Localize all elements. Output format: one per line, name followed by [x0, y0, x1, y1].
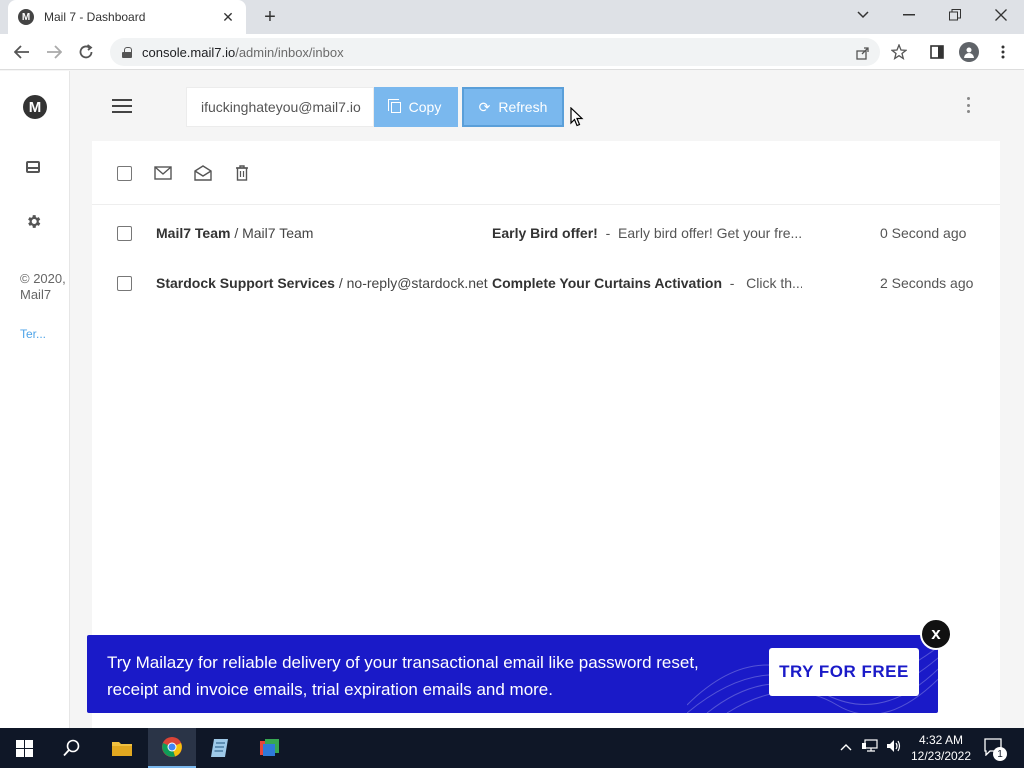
mail7-logo[interactable]: M	[23, 95, 47, 119]
browser-toolbar: console.mail7.io/admin/inbox/inbox	[0, 34, 1024, 70]
browser-menu-icon[interactable]	[992, 41, 1014, 63]
menu-hamburger-icon[interactable]	[112, 99, 132, 113]
copyright-text: © 2020, Mail7	[20, 271, 66, 302]
email-time: 2 Seconds ago	[880, 275, 974, 291]
mark-read-envelope-open-icon[interactable]	[194, 165, 212, 181]
chrome-icon[interactable]	[148, 728, 196, 768]
network-icon[interactable]	[862, 739, 878, 756]
forward-arrow-icon[interactable]	[42, 40, 66, 64]
profile-icon[interactable]	[958, 41, 980, 63]
refresh-icon: ⟳	[478, 98, 491, 115]
email-subject: Complete Your Curtains Activation - Clic…	[492, 275, 802, 291]
promo-text: Try Mailazy for reliable delivery of you…	[107, 653, 699, 699]
select-all-checkbox[interactable]	[117, 166, 132, 181]
inbox-icon	[26, 161, 40, 173]
minimize-button[interactable]	[886, 0, 932, 30]
email-sender: Mail7 Team / Mail7 Team	[156, 225, 314, 241]
mail7-favicon-icon: M	[18, 9, 34, 25]
side-panel-icon[interactable]	[926, 41, 948, 63]
clock-date: 12/23/2022	[910, 749, 972, 763]
browser-tabstrip: M Mail 7 - Dashboard ✕ +	[0, 0, 1024, 34]
sidebar-item-settings[interactable]	[23, 211, 43, 231]
windows-start-icon[interactable]	[0, 728, 48, 768]
terms-link[interactable]: Ter...	[20, 327, 46, 341]
windows-taskbar: 4:32 AM 12/23/2022 1	[0, 728, 1024, 768]
sidebar-item-inbox[interactable]	[23, 157, 43, 177]
banner-close-button[interactable]: x	[920, 618, 952, 650]
file-explorer-icon[interactable]	[98, 728, 146, 768]
gear-icon	[27, 214, 40, 228]
email-subject: Early Bird offer! - Early bird offer! Ge…	[492, 225, 802, 241]
url-text: console.mail7.io/admin/inbox/inbox	[142, 44, 344, 60]
notepad-app-icon[interactable]	[196, 728, 244, 768]
clock-time: 4:32 AM	[918, 733, 964, 747]
email-address-input[interactable]	[201, 99, 361, 115]
stardock-app-icon[interactable]	[246, 728, 294, 768]
refresh-label: Refresh	[498, 99, 548, 115]
copy-icon	[387, 98, 401, 113]
close-window-button[interactable]	[978, 0, 1024, 30]
email-sender: Stardock Support Services / no-reply@sta…	[156, 275, 488, 291]
email-row-checkbox[interactable]	[117, 226, 132, 241]
refresh-button[interactable]: ⟳ Refresh	[462, 87, 564, 127]
sidebar: M © 2020, Mail7 Ter...	[0, 71, 70, 728]
email-row-checkbox[interactable]	[117, 276, 132, 291]
mouse-cursor-icon	[570, 107, 584, 127]
volume-icon[interactable]	[886, 739, 902, 756]
browser-tab[interactable]: M Mail 7 - Dashboard ✕	[8, 0, 246, 34]
copy-button[interactable]: Copy	[374, 87, 458, 127]
search-icon[interactable]	[48, 728, 96, 768]
more-options-icon[interactable]	[964, 97, 972, 113]
back-arrow-icon[interactable]	[10, 40, 34, 64]
tab-search-icon[interactable]	[840, 0, 886, 30]
trash-icon[interactable]	[233, 165, 251, 181]
promo-banner: Try Mailazy for reliable delivery of you…	[87, 635, 938, 713]
copy-label: Copy	[408, 99, 442, 115]
email-row[interactable]: Mail7 Team / Mail7 Team Early Bird offer…	[92, 207, 1000, 257]
mark-unread-envelope-icon[interactable]	[154, 165, 172, 181]
email-address-field[interactable]	[186, 87, 374, 127]
mail7-app: M © 2020, Mail7 Ter... Copy ⟳ Refresh	[0, 71, 1024, 728]
email-row[interactable]: Stardock Support Services / no-reply@sta…	[92, 257, 1000, 307]
reload-icon[interactable]	[74, 40, 98, 64]
address-bar[interactable]: console.mail7.io/admin/inbox/inbox	[110, 38, 880, 66]
share-icon[interactable]	[856, 46, 870, 63]
new-tab-button[interactable]: +	[258, 5, 282, 29]
lock-icon[interactable]	[122, 46, 132, 58]
tab-title: Mail 7 - Dashboard	[44, 10, 146, 24]
close-tab-icon[interactable]: ✕	[220, 9, 236, 26]
tray-overflow-chevron-icon[interactable]	[840, 739, 852, 754]
bookmark-star-icon[interactable]	[888, 41, 910, 63]
notification-count-badge: 1	[993, 747, 1007, 761]
try-for-free-button[interactable]: TRY FOR FREE	[769, 648, 919, 696]
restore-button[interactable]	[932, 0, 978, 30]
email-time: 0 Second ago	[880, 225, 967, 241]
taskbar-clock[interactable]: 4:32 AM 12/23/2022	[906, 732, 976, 764]
inbox-toolbar	[92, 141, 1000, 205]
